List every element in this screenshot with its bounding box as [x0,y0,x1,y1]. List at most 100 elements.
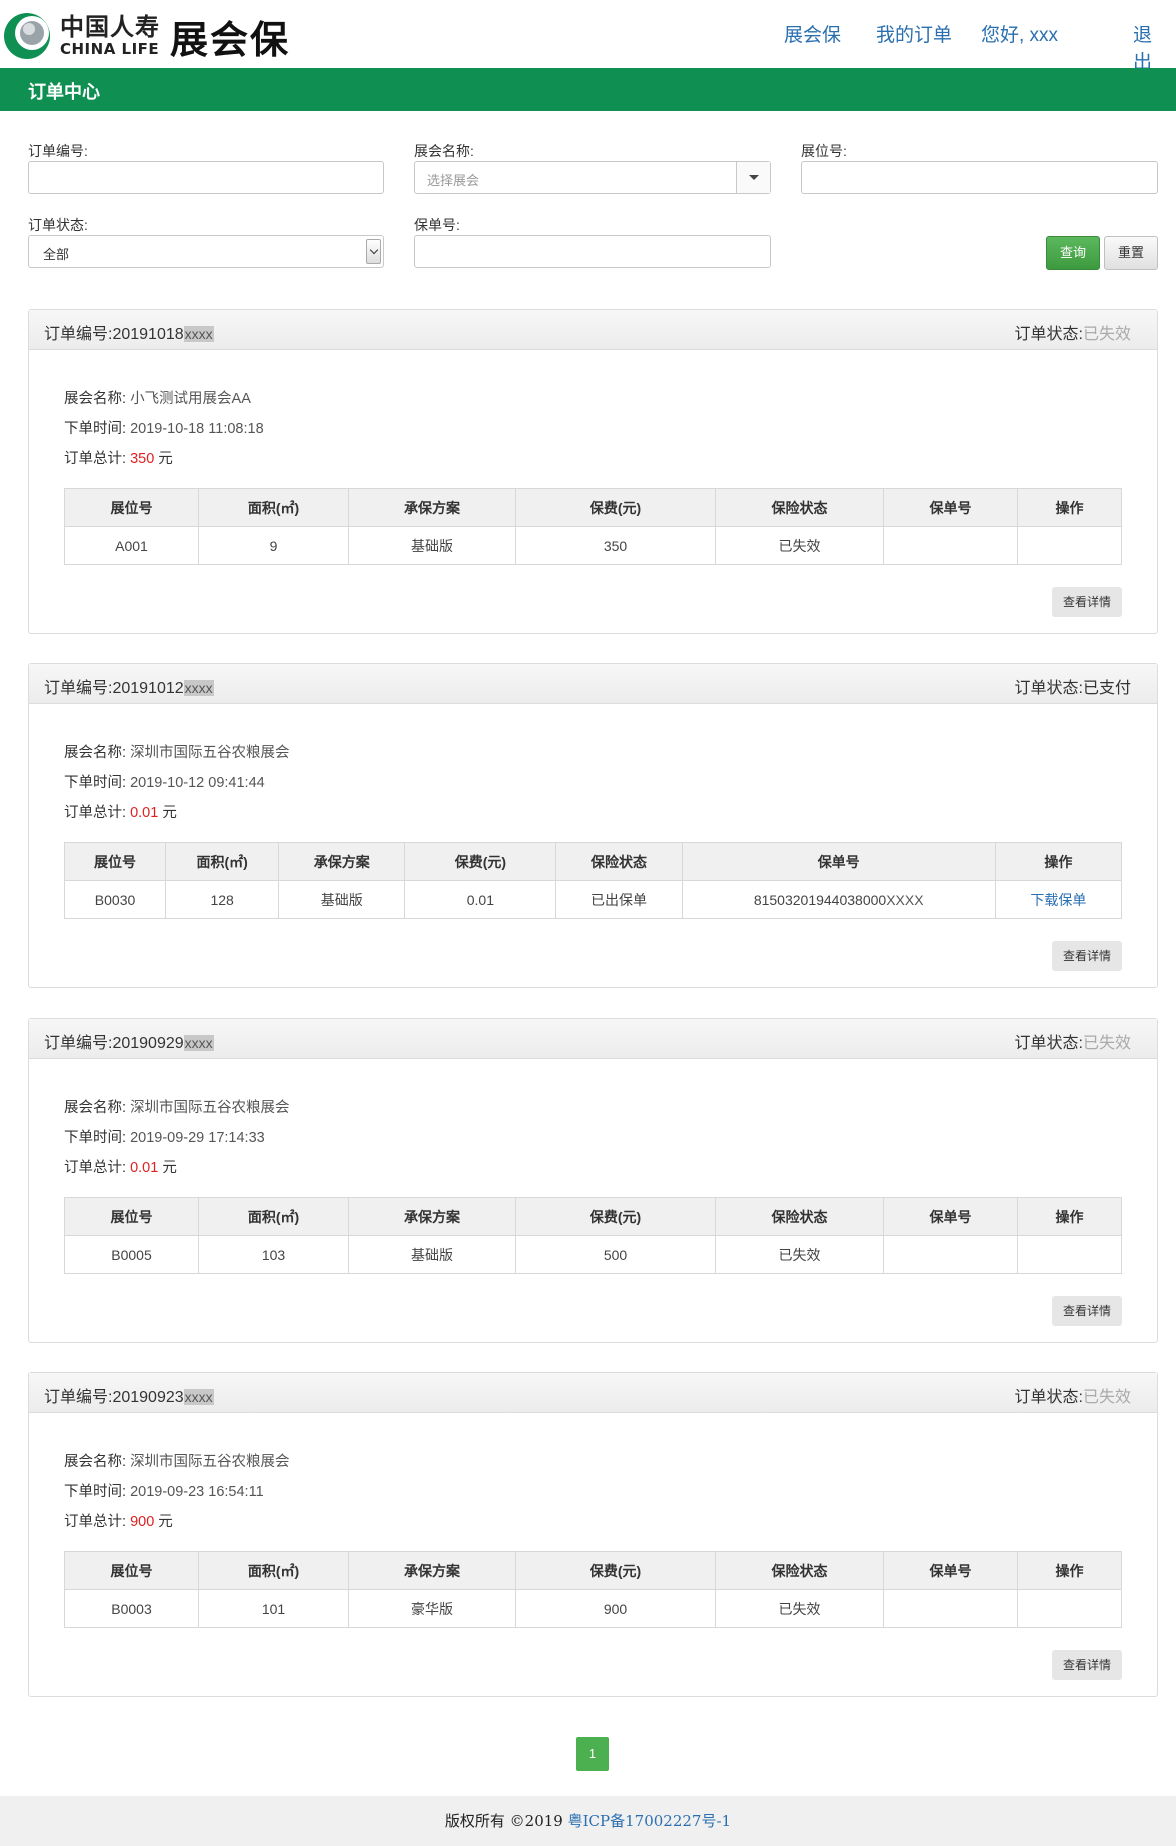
order-no-label: 订单编号: [44,1035,113,1052]
expo-name-placeholder: 选择展会 [427,173,480,188]
select-chevron-icon[interactable] [366,239,381,264]
order-status-label: 订单状态: [1014,680,1083,697]
order-total-label: 订单总计: [64,1160,127,1176]
reset-button[interactable]: 重置 [1104,236,1158,270]
order-status-label: 订单状态: [1014,1389,1083,1406]
table-header: 保费(元) [515,488,716,527]
order-status-label: 订单状态: [1014,1035,1083,1052]
insurance-status-cell: 已失效 [715,1589,884,1628]
order-time-row: 下单时间: 2019-10-18 11:08:18 [64,417,264,438]
expo-name-row: 展会名称: 深圳市国际五谷农粮展会 [64,1096,290,1117]
order-time-value: 2019-10-12 09:41:44 [130,775,265,791]
table-header-row: 展位号 面积(㎡) 承保方案 保费(元) 保险状态 保单号 操作 [63,842,1123,881]
policy-no-cell [883,1235,1018,1274]
action-cell [1017,1589,1122,1628]
order-panel-header: 订单编号:20191012xxxx 订单状态:已支付 [29,664,1157,704]
insurance-status-cell: 已失效 [715,526,884,565]
order-status-value: 已失效 [1082,326,1131,343]
footer-copyright: 版权所有 ©2019 [444,1812,568,1830]
order-number: 订单编号:20190923xxxx [44,1383,214,1407]
table-header: 面积(㎡) [165,842,280,881]
order-status: 订单状态:已失效 [1015,1029,1131,1053]
order-status: 订单状态:已失效 [1015,320,1131,344]
table-row: A001 9 基础版 350 已失效 [64,526,1122,565]
status-label: 订单状态: [28,217,88,233]
order-total-label: 订单总计: [64,805,127,821]
booth-cell: A001 [64,526,199,565]
view-detail-button[interactable]: 查看详情 [1052,1650,1122,1680]
premium-cell: 350 [515,526,716,565]
view-detail-button[interactable]: 查看详情 [1052,587,1122,617]
logo-cn: 中国人寿 [60,13,160,41]
table-header: 承保方案 [278,842,406,881]
table-header: 操作 [994,842,1123,881]
order-time-row: 下单时间: 2019-09-29 17:14:33 [64,1126,265,1147]
order-panel: 订单编号:20190923xxxx 订单状态:已失效 展会名称: 深圳市国际五谷… [28,1372,1158,1697]
booth-table: 展位号 面积(㎡) 承保方案 保费(元) 保险状态 保单号 操作 B0030 128 基础版… [63,842,1123,919]
expo-name-label: 展会名称: [64,1100,127,1116]
expo-name-label: 展会名称: [64,391,127,407]
pagination-page-1[interactable]: 1 [576,1737,609,1771]
expo-name-select[interactable]: 选择展会 [414,161,771,194]
order-no-mask: xxxx [183,1389,214,1405]
order-number: 订单编号:20191012xxxx [44,674,214,698]
expo-name-value: 深圳市国际五谷农粮展会 [130,745,290,761]
policy-label: 保单号: [414,217,460,233]
booth-cell: B0030 [63,880,167,919]
order-total-value: 0.01 [130,805,159,821]
table-header: 保单号 [883,1197,1018,1236]
table-header: 面积(㎡) [198,1551,349,1590]
order-no-value: 20190923 [112,1389,184,1406]
premium-cell: 0.01 [404,880,557,919]
plan-cell: 基础版 [348,526,516,565]
dropdown-caret-icon[interactable] [736,162,770,193]
status-select[interactable]: 全部 [28,235,384,268]
table-header: 保费(元) [404,842,557,881]
expo-name-value: 深圳市国际五谷农粮展会 [130,1100,290,1116]
booth-cell: B0003 [64,1589,199,1628]
booth-input[interactable] [801,161,1158,194]
order-total-value: 0.01 [130,1160,159,1176]
table-header: 操作 [1017,1551,1122,1590]
nav-my-orders-link[interactable]: 我的订单 [876,20,952,47]
booth-table: 展位号 面积(㎡) 承保方案 保费(元) 保险状态 保单号 操作 A001 9 基础版 35… [64,488,1122,565]
order-no-label: 订单编号: [28,143,88,159]
order-time-row: 下单时间: 2019-10-12 09:41:44 [64,771,265,792]
nav-expo-link[interactable]: 展会保 [784,20,841,47]
nav-logout-link[interactable]: 退出 [1133,20,1166,74]
table-header: 保险状态 [715,1551,884,1590]
order-status-value: 已支付 [1082,680,1131,697]
action-cell [1017,1235,1122,1274]
table-row: B0030 128 基础版 0.01 已出保单 8150320194403800… [63,880,1123,919]
section-title-bar: 订单中心 [0,68,1176,111]
order-no-mask: xxxx [183,326,214,342]
table-header: 操作 [1017,488,1122,527]
order-total-row: 订单总计: 900 元 [64,1510,173,1531]
order-status-label: 订单状态: [1014,326,1083,343]
plan-cell: 豪华版 [348,1589,516,1628]
order-no-input[interactable] [28,161,384,194]
query-button[interactable]: 查询 [1046,236,1100,270]
table-header: 操作 [1017,1197,1122,1236]
nav-greeting[interactable]: 您好, xxx [981,20,1058,47]
view-detail-button[interactable]: 查看详情 [1052,941,1122,971]
table-header-row: 展位号 面积(㎡) 承保方案 保费(元) 保险状态 保单号 操作 [64,488,1122,527]
policy-no-mask: XXXX [886,891,924,908]
view-detail-button[interactable]: 查看详情 [1052,1296,1122,1326]
order-panel: 订单编号:20191012xxxx 订单状态:已支付 展会名称: 深圳市国际五谷… [28,663,1158,988]
footer-icp-link[interactable]: 粤ICP备17002227号-1 [568,1812,731,1830]
brand-logo[interactable]: 中国人寿 CHINA LIFE 展会保 [2,10,290,62]
table-header: 保费(元) [515,1551,716,1590]
table-header: 保单号 [883,1551,1018,1590]
order-total-value: 350 [130,451,155,467]
table-header: 保险状态 [555,842,683,881]
policy-input[interactable] [414,235,771,268]
order-total-label: 订单总计: [64,451,127,467]
order-number: 订单编号:20191018xxxx [44,320,214,344]
download-policy-link[interactable]: 下载保单 [1030,892,1086,908]
table-header: 保险状态 [715,1197,884,1236]
action-cell [1017,526,1122,565]
order-total-value: 900 [130,1514,155,1530]
booth-table: 展位号 面积(㎡) 承保方案 保费(元) 保险状态 保单号 操作 B0003 101 豪华版… [64,1551,1122,1628]
policy-no-cell [883,1589,1018,1628]
